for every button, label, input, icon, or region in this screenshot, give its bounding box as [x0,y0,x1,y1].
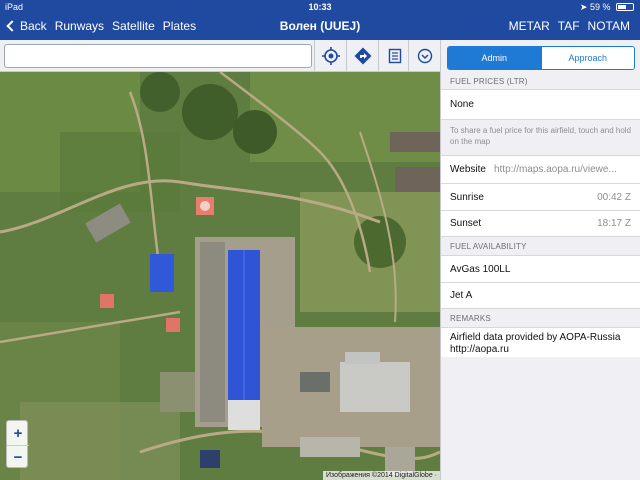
notam-button[interactable]: NOTAM [588,19,630,33]
fuel-type-row: AvGas 100LL [441,255,640,282]
more-button[interactable] [408,40,440,72]
chevron-left-icon [6,20,18,32]
zoom-out-button[interactable]: − [7,445,29,469]
battery-icon [616,3,634,11]
location-arrow-icon: ➤ [579,2,588,12]
fuel-price-row: None [441,89,640,119]
remarks-text: Airfield data provided by AOPA-Russia ht… [441,327,640,357]
sunset-value: 18:17 Z [597,218,631,229]
website-row[interactable]: Website http://maps.aopa.ru/viewe... [441,155,640,183]
airfield-info-panel: Admin Approach FUEL PRICES (LTR) None To… [440,40,640,480]
sunrise-value: 00:42 Z [597,191,631,203]
section-header-fuel-prices: FUEL PRICES (LTR) [450,77,528,86]
map-attribution: Изображения ©2014 DigitalGlobe · [322,471,440,480]
sunset-row: Sunset 18:17 Z [441,210,640,237]
sunrise-row: Sunrise 00:42 Z [441,183,640,210]
website-label: Website [450,164,486,175]
notes-button[interactable] [378,40,410,72]
runways-button[interactable]: Runways [55,19,104,33]
map-area: + − Изображения ©2014 DigitalGlobe · [0,40,440,480]
sunset-label: Sunset [450,218,482,229]
satellite-button[interactable]: Satellite [112,19,155,33]
satellite-map[interactable]: + − Изображения ©2014 DigitalGlobe · [0,72,440,480]
chevron-down-circle-icon [417,48,432,64]
map-toolbar [0,40,440,72]
search-input[interactable] [4,44,312,68]
document-icon [388,48,401,64]
nav-bar: Back Runways Satellite Plates Волен (UUE… [0,14,640,40]
tab-admin[interactable]: Admin [448,47,541,69]
section-header-remarks: REMARKS [450,314,491,323]
zoom-in-button[interactable]: + [7,421,29,445]
fuel-price-note: To share a fuel price for this airfield,… [441,119,640,155]
metar-button[interactable]: METAR [509,19,550,33]
zoom-control: + − [6,420,29,469]
battery-percent: 59 % [589,2,611,12]
tab-approach[interactable]: Approach [540,47,634,69]
satellite-imagery [0,72,440,480]
fuel-type-label: AvGas 100LL [450,263,511,275]
directions-icon [354,47,371,65]
website-link[interactable]: http://maps.aopa.ru/viewe... [494,164,631,175]
fuel-type-label: Jet A [450,290,473,301]
status-bar: iPad 10:33 ➤ 59 % [0,0,640,14]
section-header-fuel-availability: FUEL AVAILABILITY [450,242,527,251]
segmented-control: Admin Approach [447,46,635,70]
locate-button[interactable] [314,40,346,72]
crosshair-icon [321,47,340,65]
status-time: 10:33 [308,2,332,12]
status-right: ➤ 59 % [580,2,634,13]
segmented-control-bar: Admin Approach [441,40,640,74]
fuel-type-row: Jet A [441,282,640,309]
directions-button[interactable] [346,40,378,72]
taf-button[interactable]: TAF [558,19,580,33]
back-button[interactable]: Back [6,19,47,33]
plates-button[interactable]: Plates [163,19,196,33]
back-label: Back [20,19,47,33]
sunrise-label: Sunrise [450,191,484,203]
fuel-price-value: None [450,99,474,110]
